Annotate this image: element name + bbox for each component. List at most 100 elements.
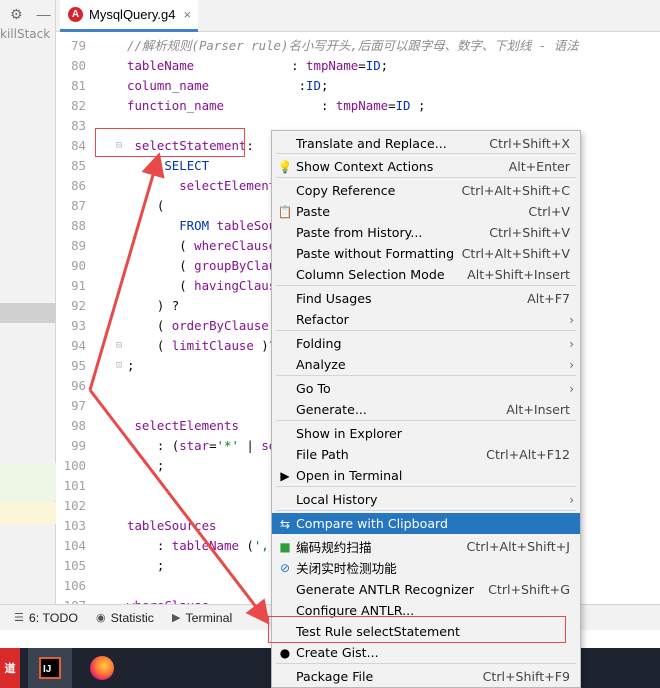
line-number: 93 xyxy=(71,318,86,333)
code-text: ; xyxy=(127,458,165,473)
chevron-right-icon: › xyxy=(569,312,574,327)
line-number: 89 xyxy=(71,238,86,253)
line-number: 90 xyxy=(71,258,86,273)
code-line[interactable]: 82 function_name : tmpName=ID ; xyxy=(56,96,660,116)
code-text: whereClause xyxy=(127,596,209,604)
line-number: 96 xyxy=(71,378,86,393)
menu-item-shortcut: Alt+Shift+Insert xyxy=(467,267,570,282)
chevron-right-icon: › xyxy=(569,357,574,372)
menu-separator xyxy=(276,486,576,487)
terminal-icon: ▶ xyxy=(172,612,181,624)
menu-separator xyxy=(276,285,576,286)
menu-item-label: Package File xyxy=(296,669,374,684)
menu-item-generate[interactable]: Generate... Alt+Insert xyxy=(272,399,580,420)
disable-icon: ⊘ xyxy=(279,560,291,575)
line-number: 83 xyxy=(71,118,86,133)
gutter-highlight xyxy=(0,502,56,524)
terminal-tool-button[interactable]: ▶ Terminal xyxy=(172,611,232,625)
menu-item-label: Generate... xyxy=(296,402,367,417)
code-text: tableName : tmpName=ID; xyxy=(127,58,389,73)
minimize-icon[interactable]: — xyxy=(37,6,51,23)
menu-item-show-in-explorer[interactable]: Show in Explorer xyxy=(272,423,580,444)
gutter-highlight xyxy=(0,463,56,501)
menu-item-shortcut: Ctrl+Alt+Shift+C xyxy=(461,183,570,198)
gutter-selection xyxy=(0,303,56,323)
project-tree-text[interactable]: killStack xyxy=(0,27,50,41)
menu-item-shortcut: Ctrl+Shift+V xyxy=(489,225,570,240)
code-text: //解析规则(Parser rule)名小写开头,后面可以跟字母、数字、下划线 … xyxy=(127,38,579,53)
menu-item-generate-antlr-recognizer[interactable]: Generate ANTLR Recognizer Ctrl+Shift+G xyxy=(272,579,580,600)
firefox-icon xyxy=(90,656,114,680)
menu-item-disable-realtime-check[interactable]: ⊘ 关闭实时检测功能 xyxy=(272,557,580,578)
code-text: ; xyxy=(127,358,135,373)
menu-item-coding-guideline-scan[interactable]: ■ 编码规约扫描 Ctrl+Alt+Shift+J xyxy=(272,536,580,557)
project-gutter: ⚙ — killStack xyxy=(0,0,56,604)
menu-item-label: Find Usages xyxy=(296,291,372,306)
close-icon[interactable]: × xyxy=(183,7,191,22)
menu-item-label: Create Gist... xyxy=(296,645,379,660)
menu-item-find-usages[interactable]: Find Usages Alt+F7 xyxy=(272,288,580,309)
menu-separator xyxy=(276,510,576,511)
menu-item-analyze[interactable]: Analyze › xyxy=(272,354,580,375)
menu-item-create-gist[interactable]: ● Create Gist... xyxy=(272,642,580,663)
tab-mysqlquery[interactable]: A MysqlQuery.g4 × xyxy=(60,0,198,32)
menu-item-file-path[interactable]: File Path Ctrl+Alt+F12 xyxy=(272,444,580,465)
compare-icon: ⇆ xyxy=(279,516,291,531)
line-number: 105 xyxy=(63,558,86,573)
code-text: ; xyxy=(127,558,165,573)
line-number: 101 xyxy=(63,478,86,493)
code-text: ( xyxy=(127,198,165,213)
line-number: 88 xyxy=(71,218,86,233)
code-line[interactable]: 81 column_name :ID; xyxy=(56,76,660,96)
menu-item-folding[interactable]: Folding › xyxy=(272,333,580,354)
menu-item-column-selection-mode[interactable]: Column Selection Mode Alt+Shift+Insert xyxy=(272,264,580,285)
code-text: selectElements xyxy=(134,418,239,433)
intellij-icon: IJ xyxy=(39,657,61,679)
line-number: 84 xyxy=(71,138,86,153)
menu-item-package-file[interactable]: Package File Ctrl+Shift+F9 xyxy=(272,666,580,687)
code-text: selectElements xyxy=(179,178,284,193)
menu-item-label: Copy Reference xyxy=(296,183,396,198)
menu-item-label: Paste from History... xyxy=(296,225,423,240)
menu-item-open-in-terminal[interactable]: ▶ Open in Terminal xyxy=(272,465,580,486)
menu-item-show-context-actions[interactable]: 💡 Show Context Actions Alt+Enter xyxy=(272,156,580,177)
taskbar-youdao[interactable]: 道 xyxy=(0,648,20,688)
gear-icon[interactable]: ⚙ xyxy=(10,6,23,23)
code-text: function_name : tmpName=ID ; xyxy=(127,98,426,113)
menu-item-go-to[interactable]: Go To › xyxy=(272,378,580,399)
menu-item-label: Generate ANTLR Recognizer xyxy=(296,582,474,597)
menu-item-label: Compare with Clipboard xyxy=(296,516,449,531)
code-line[interactable]: 79 //解析规则(Parser rule)名小写开头,后面可以跟字母、数字、下划… xyxy=(56,36,660,56)
line-number: 102 xyxy=(63,498,86,513)
menu-item-local-history[interactable]: Local History › xyxy=(272,489,580,510)
menu-item-refactor[interactable]: Refactor › xyxy=(272,309,580,330)
menu-item-paste[interactable]: 📋 Paste Ctrl+V xyxy=(272,201,580,222)
line-number: 82 xyxy=(71,98,86,113)
menu-item-label: Paste without Formatting xyxy=(296,246,455,261)
menu-item-paste-without-formatting[interactable]: Paste without Formatting Ctrl+Alt+Shift+V xyxy=(272,243,580,264)
editor-context-menu: Translate and Replace... Ctrl+Shift+X 💡 Sho… xyxy=(271,130,581,688)
menu-item-compare-with-clipboard[interactable]: ⇆ Compare with Clipboard xyxy=(272,513,580,534)
statistic-tool-button[interactable]: ◉ Statistic xyxy=(96,611,154,625)
todo-tool-button[interactable]: ☰ 6: TODO xyxy=(14,611,78,625)
fold-marker-icon[interactable]: ⊡ xyxy=(116,356,122,376)
line-number: 86 xyxy=(71,178,86,193)
line-number: 95 xyxy=(71,358,86,373)
menu-item-shortcut: Ctrl+Alt+F12 xyxy=(486,447,570,462)
chevron-right-icon: › xyxy=(569,336,574,351)
line-number: 100 xyxy=(63,458,86,473)
code-text: column_name :ID; xyxy=(127,78,329,93)
menu-separator xyxy=(276,375,576,376)
line-number: 99 xyxy=(71,438,86,453)
taskbar-intellij[interactable]: IJ xyxy=(28,648,72,688)
menu-item-copy-reference[interactable]: Copy Reference Ctrl+Alt+Shift+C xyxy=(272,180,580,201)
code-line[interactable]: 80 tableName : tmpName=ID; xyxy=(56,56,660,76)
menu-separator xyxy=(276,420,576,421)
editor-tab-bar: A MysqlQuery.g4 × xyxy=(56,0,660,32)
taskbar-firefox[interactable] xyxy=(80,648,124,688)
fold-marker-icon[interactable]: ⊟ xyxy=(116,336,122,356)
line-number: 92 xyxy=(71,298,86,313)
menu-item-paste-from-history[interactable]: Paste from History... Ctrl+Shift+V xyxy=(272,222,580,243)
github-icon: ● xyxy=(279,645,291,660)
menu-item-translate-replace[interactable]: Translate and Replace... Ctrl+Shift+X xyxy=(272,133,580,154)
